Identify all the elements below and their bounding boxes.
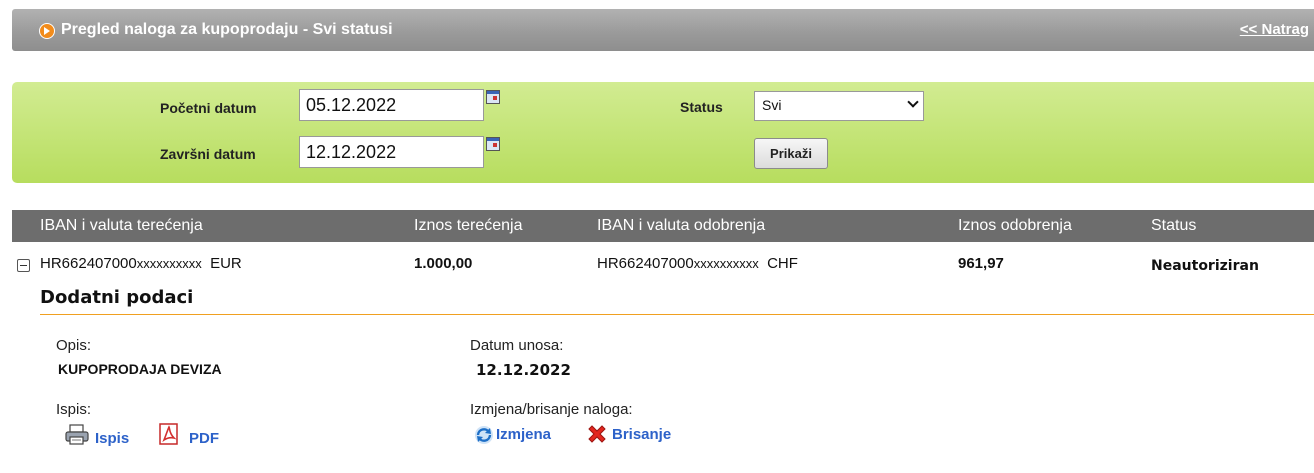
description-value: KUPOPRODAJA DEVIZA	[58, 361, 222, 377]
chevron-down-icon	[907, 96, 919, 108]
status-label: Status	[680, 99, 723, 115]
pdf-icon[interactable]	[158, 423, 180, 445]
back-link[interactable]: << Natrag	[1240, 21, 1309, 38]
print-label: Ispis:	[56, 401, 92, 418]
modify-label: Izmjena/brisanje naloga:	[470, 401, 633, 418]
page-header: Pregled naloga za kupoprodaju - Svi stat…	[12, 9, 1314, 51]
debit-currency: EUR	[210, 255, 242, 272]
credit-iban-mask: xxxxxxxxxx	[693, 256, 759, 271]
debit-amount: 1.000,00	[414, 255, 473, 272]
page-title: Pregled naloga za kupoprodaju - Svi stat…	[61, 21, 393, 38]
credit-currency: CHF	[767, 255, 798, 272]
credit-amount: 961,97	[958, 255, 1004, 272]
end-date-input[interactable]: 12.12.2022	[299, 136, 484, 168]
column-header-status: Status	[1151, 217, 1197, 234]
status-select[interactable]: Svi	[754, 91, 924, 121]
delete-x-icon[interactable]	[586, 423, 608, 445]
credit-iban: HR662407000	[597, 255, 694, 272]
divider	[40, 314, 1314, 315]
pdf-link[interactable]: PDF	[189, 430, 219, 447]
printer-icon[interactable]	[64, 424, 90, 446]
modify-link[interactable]: Izmjena	[496, 426, 551, 443]
credit-iban-cell: HR662407000xxxxxxxxxx CHF	[597, 255, 798, 272]
print-link[interactable]: Ispis	[95, 430, 129, 447]
entry-date-value: 12.12.2022	[476, 361, 571, 379]
refresh-icon[interactable]	[474, 425, 494, 445]
start-date-label: Početni datum	[160, 100, 257, 116]
delete-link[interactable]: Brisanje	[612, 426, 671, 443]
description-label: Opis:	[56, 337, 92, 354]
calendar-icon[interactable]	[486, 90, 500, 104]
status-value: Neautoriziran	[1151, 258, 1259, 274]
debit-iban: HR662407000	[40, 255, 137, 272]
debit-iban-cell: HR662407000xxxxxxxxxx EUR	[40, 255, 242, 272]
column-header-debit-iban: IBAN i valuta terećenja	[40, 217, 203, 234]
entry-date-label: Datum unosa:	[470, 337, 564, 354]
collapse-icon[interactable]	[17, 259, 30, 272]
status-select-value: Svi	[762, 97, 782, 113]
calendar-icon[interactable]	[486, 137, 500, 151]
filter-panel: Početni datum 05.12.2022 Završni datum 1…	[12, 82, 1314, 183]
end-date-label: Završni datum	[160, 146, 256, 162]
arrow-right-icon	[39, 23, 55, 39]
debit-iban-mask: xxxxxxxxxx	[136, 256, 202, 271]
show-button[interactable]: Prikaži	[754, 138, 828, 169]
column-header-credit-iban: IBAN i valuta odobrenja	[597, 217, 766, 234]
table-header: IBAN i valuta terećenja Iznos terećenja …	[12, 210, 1314, 242]
start-date-input[interactable]: 05.12.2022	[299, 89, 484, 121]
column-header-debit-amount: Iznos terećenja	[414, 217, 523, 234]
details-title: Dodatni podaci	[40, 287, 194, 308]
column-header-credit-amount: Iznos odobrenja	[958, 217, 1072, 234]
